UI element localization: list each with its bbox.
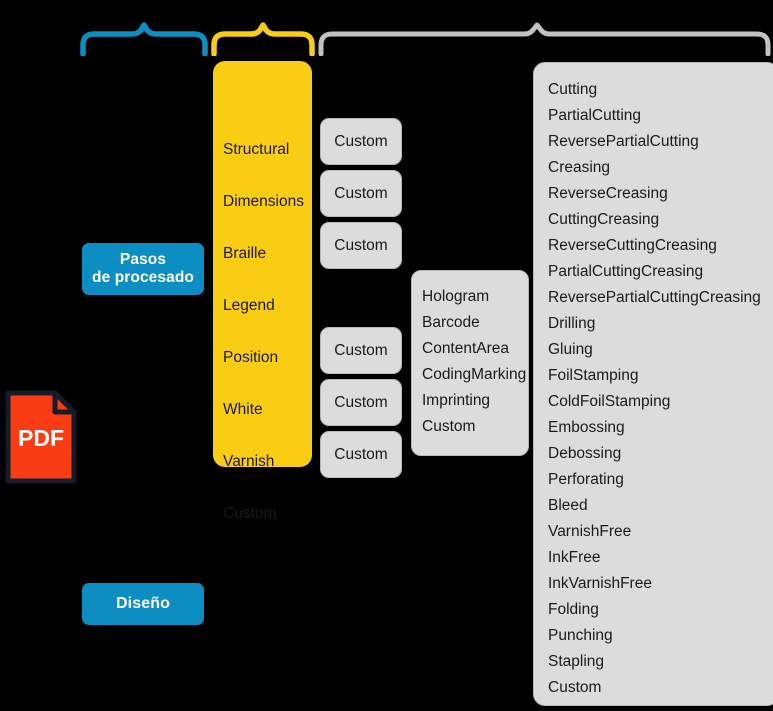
operations-brace xyxy=(318,22,771,56)
layer-item-structural[interactable]: Structural xyxy=(223,141,289,159)
operation-item-coldfoilstamping[interactable]: ColdFoilStamping xyxy=(548,393,670,411)
operation-item-foilstamping[interactable]: FoilStamping xyxy=(548,367,638,385)
operation-item-partialcutting[interactable]: PartialCutting xyxy=(548,107,641,125)
operation-item-inkvarnishfree[interactable]: InkVarnishFree xyxy=(548,575,652,593)
custom-button-4[interactable]: Custom xyxy=(320,327,402,374)
operation-item-embossing[interactable]: Embossing xyxy=(548,419,625,437)
operation-item-punching[interactable]: Punching xyxy=(548,627,613,645)
operation-item-folding[interactable]: Folding xyxy=(548,601,599,619)
operation-item-bleed[interactable]: Bleed xyxy=(548,497,588,515)
layer-item-custom[interactable]: Custom xyxy=(223,505,276,523)
layer-type-panel: Structural Dimensions Braille Legend Pos… xyxy=(213,61,312,522)
layer-item-white[interactable]: White xyxy=(223,401,263,419)
pdf-icon-label: PDF xyxy=(18,425,64,451)
operation-item-custom[interactable]: Custom xyxy=(548,679,601,697)
operation-item-varnishfree[interactable]: VarnishFree xyxy=(548,523,631,541)
custom-button-6[interactable]: Custom xyxy=(320,431,402,478)
custom-button-3[interactable]: Custom xyxy=(320,222,402,269)
processing-steps-badge-line2: de procesado xyxy=(92,269,194,286)
processing-operations-panel: Cutting PartialCutting ReversePartialCut… xyxy=(533,62,773,706)
operation-item-debossing[interactable]: Debossing xyxy=(548,445,621,463)
layer-item-position[interactable]: Position xyxy=(223,349,278,367)
marking-item-codingmarking[interactable]: CodingMarking xyxy=(422,366,526,384)
layer-types-brace xyxy=(211,22,315,56)
operation-item-drilling[interactable]: Drilling xyxy=(548,315,595,333)
pdf-document-icon: PDF xyxy=(5,390,77,484)
operation-item-reversepartialcutting[interactable]: ReversePartialCutting xyxy=(548,133,699,151)
processing-steps-badge[interactable]: Pasos de procesado xyxy=(82,243,204,295)
operation-item-reversecreasing[interactable]: ReverseCreasing xyxy=(548,185,668,203)
marking-item-custom[interactable]: Custom xyxy=(422,418,475,436)
operation-item-cuttingcreasing[interactable]: CuttingCreasing xyxy=(548,211,659,229)
design-badge[interactable]: Diseño xyxy=(82,583,204,625)
layer-item-varnish[interactable]: Varnish xyxy=(223,453,274,471)
layer-item-dimensions[interactable]: Dimensions xyxy=(223,193,304,211)
operation-item-inkfree[interactable]: InkFree xyxy=(548,549,601,567)
processing-steps-brace xyxy=(80,22,208,56)
layer-item-legend[interactable]: Legend xyxy=(223,297,275,315)
operation-item-cutting[interactable]: Cutting xyxy=(548,81,597,99)
operation-item-partialcuttingcreasing[interactable]: PartialCuttingCreasing xyxy=(548,263,703,281)
design-badge-label: Diseño xyxy=(116,594,170,612)
operation-item-reversepartialcuttingcreasing[interactable]: ReversePartialCuttingCreasing xyxy=(548,289,761,307)
processing-steps-badge-line1: Pasos xyxy=(119,250,167,268)
custom-button-5[interactable]: Custom xyxy=(320,379,402,426)
marking-item-hologram[interactable]: Hologram xyxy=(422,288,489,306)
custom-button-2[interactable]: Custom xyxy=(320,170,402,217)
operation-item-gluing[interactable]: Gluing xyxy=(548,341,593,359)
operation-item-reversecuttingcreasing[interactable]: ReverseCuttingCreasing xyxy=(548,237,717,255)
marking-item-barcode[interactable]: Barcode xyxy=(422,314,480,332)
operation-item-perforating[interactable]: Perforating xyxy=(548,471,624,489)
custom-button-1[interactable]: Custom xyxy=(320,118,402,165)
marking-item-imprinting[interactable]: Imprinting xyxy=(422,392,490,410)
layer-item-braille[interactable]: Braille xyxy=(223,245,266,263)
operation-item-stapling[interactable]: Stapling xyxy=(548,653,604,671)
operation-item-creasing[interactable]: Creasing xyxy=(548,159,610,177)
marking-types-panel: Hologram Barcode ContentArea CodingMarki… xyxy=(411,270,529,456)
marking-item-contentarea[interactable]: ContentArea xyxy=(422,340,509,358)
diagram-canvas: PDF Pasos de procesado Diseño Structural… xyxy=(0,0,773,711)
